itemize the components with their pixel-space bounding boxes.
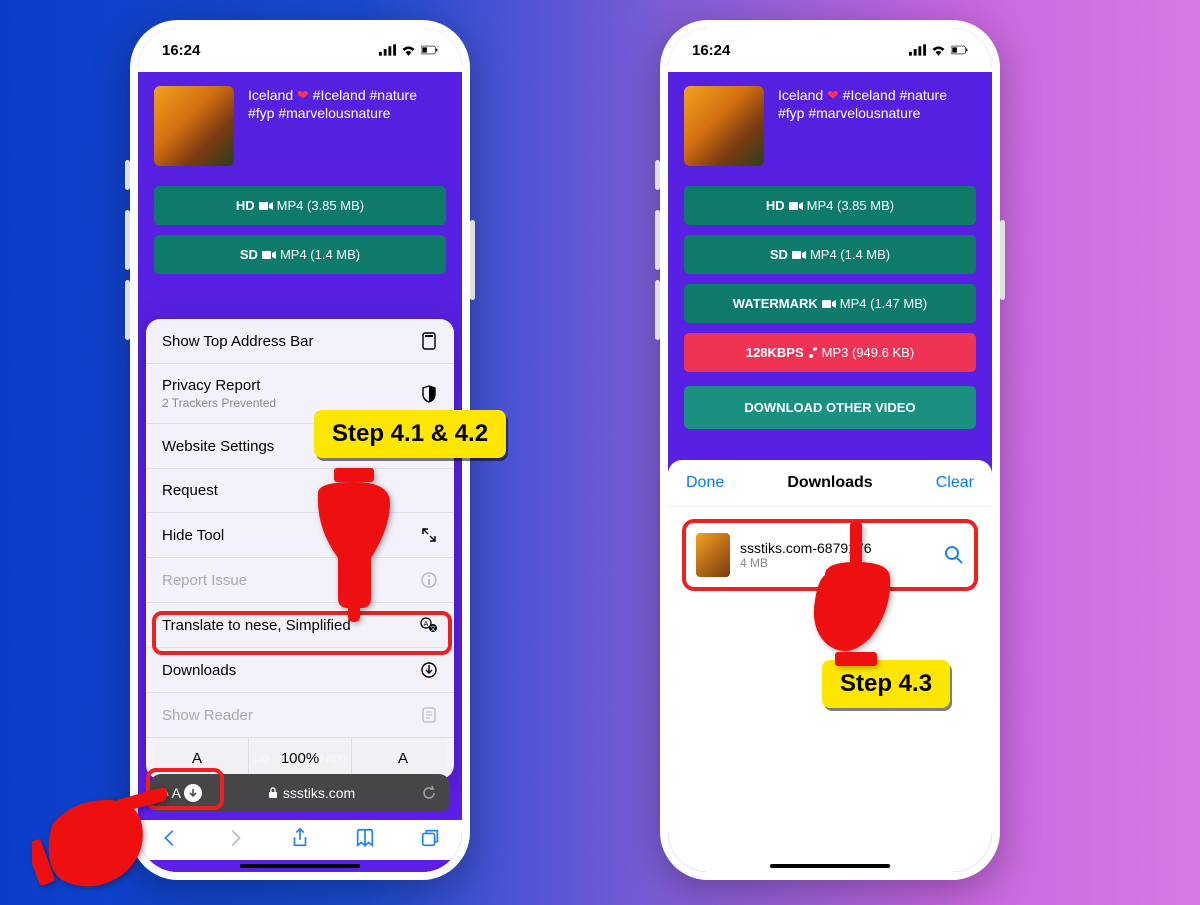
download-hd-button[interactable]: HD MP4 (3.85 MB) [154,186,446,225]
wifi-icon [400,44,417,56]
download-sd-button[interactable]: SD MP4 (1.4 MB) [684,235,976,274]
phone-mockup-right: 16:24 Iceland ❤ #Iceland #nature#fyp #ma… [660,20,1000,880]
video-thumbnail [684,86,764,166]
heart-icon: ❤ [297,87,309,103]
video-thumbnail [154,86,234,166]
video-title: Iceland ❤ #Iceland #nature#fyp #marvelou… [248,86,417,166]
video-info-header: Iceland ❤ #Iceland #nature#fyp #marvelou… [684,86,976,166]
download-other-button[interactable]: DOWNLOAD OTHER VIDEO [684,386,976,429]
music-icon [808,347,818,359]
pointer-hand-addressbar [32,780,167,905]
expand-icon [420,526,438,544]
shield-icon [420,385,438,403]
status-icons [909,44,968,56]
share-button[interactable] [289,827,311,854]
step-label-left: Step 4.1 & 4.2 [314,410,506,458]
status-bar: 16:24 [138,28,462,72]
magnifier-icon[interactable] [944,545,964,565]
home-indicator [770,864,890,868]
lock-icon [267,787,279,799]
status-bar: 16:24 [668,28,992,72]
safari-toolbar [138,820,462,860]
signal-icon [379,44,396,56]
heart-icon: ❤ [827,87,839,103]
status-time: 16:24 [692,42,730,59]
download-sd-button[interactable]: SD MP4 (1.4 MB) [154,235,446,274]
bookmarks-button[interactable] [354,827,376,854]
address-url: ssstiks.com [202,785,420,801]
camera-icon [789,201,803,211]
video-info-header: Iceland ❤ #Iceland #nature#fyp #marvelou… [154,86,446,166]
download-audio-button[interactable]: 128KBPS MP3 (949.6 KB) [684,333,976,372]
signal-icon [909,44,926,56]
download-thumbnail [696,533,730,577]
wifi-icon [930,44,947,56]
address-bar-icon [420,332,438,350]
camera-icon [259,201,273,211]
tabs-button[interactable] [419,827,441,854]
video-title: Iceland ❤ #Iceland #nature#fyp #marvelou… [778,86,947,166]
battery-icon [421,44,438,56]
camera-icon [792,250,806,260]
download-icon [420,661,438,679]
camera-icon [262,250,276,260]
status-icons [379,44,438,56]
info-icon [420,571,438,589]
menu-show-address-bar[interactable]: Show Top Address Bar [146,319,454,364]
forward-button [224,827,246,854]
menu-show-reader: Show Reader [146,693,454,738]
done-button[interactable]: Done [686,474,724,492]
battery-icon [951,44,968,56]
home-indicator [240,864,360,868]
camera-icon [822,299,836,309]
clear-button[interactable]: Clear [936,474,974,492]
download-hd-button[interactable]: HD MP4 (3.85 MB) [684,186,976,225]
pointer-hand-download-item [800,520,910,675]
zoom-in-button[interactable]: A [352,738,454,779]
sheet-title: Downloads [787,474,872,492]
pointer-hand-downloads [298,468,408,628]
reader-icon [420,706,438,724]
zoom-level: 100% [249,738,352,779]
download-watermark-button[interactable]: WATERMARK MP4 (1.47 MB) [684,284,976,323]
refresh-icon[interactable] [420,784,438,802]
status-time: 16:24 [162,42,200,59]
